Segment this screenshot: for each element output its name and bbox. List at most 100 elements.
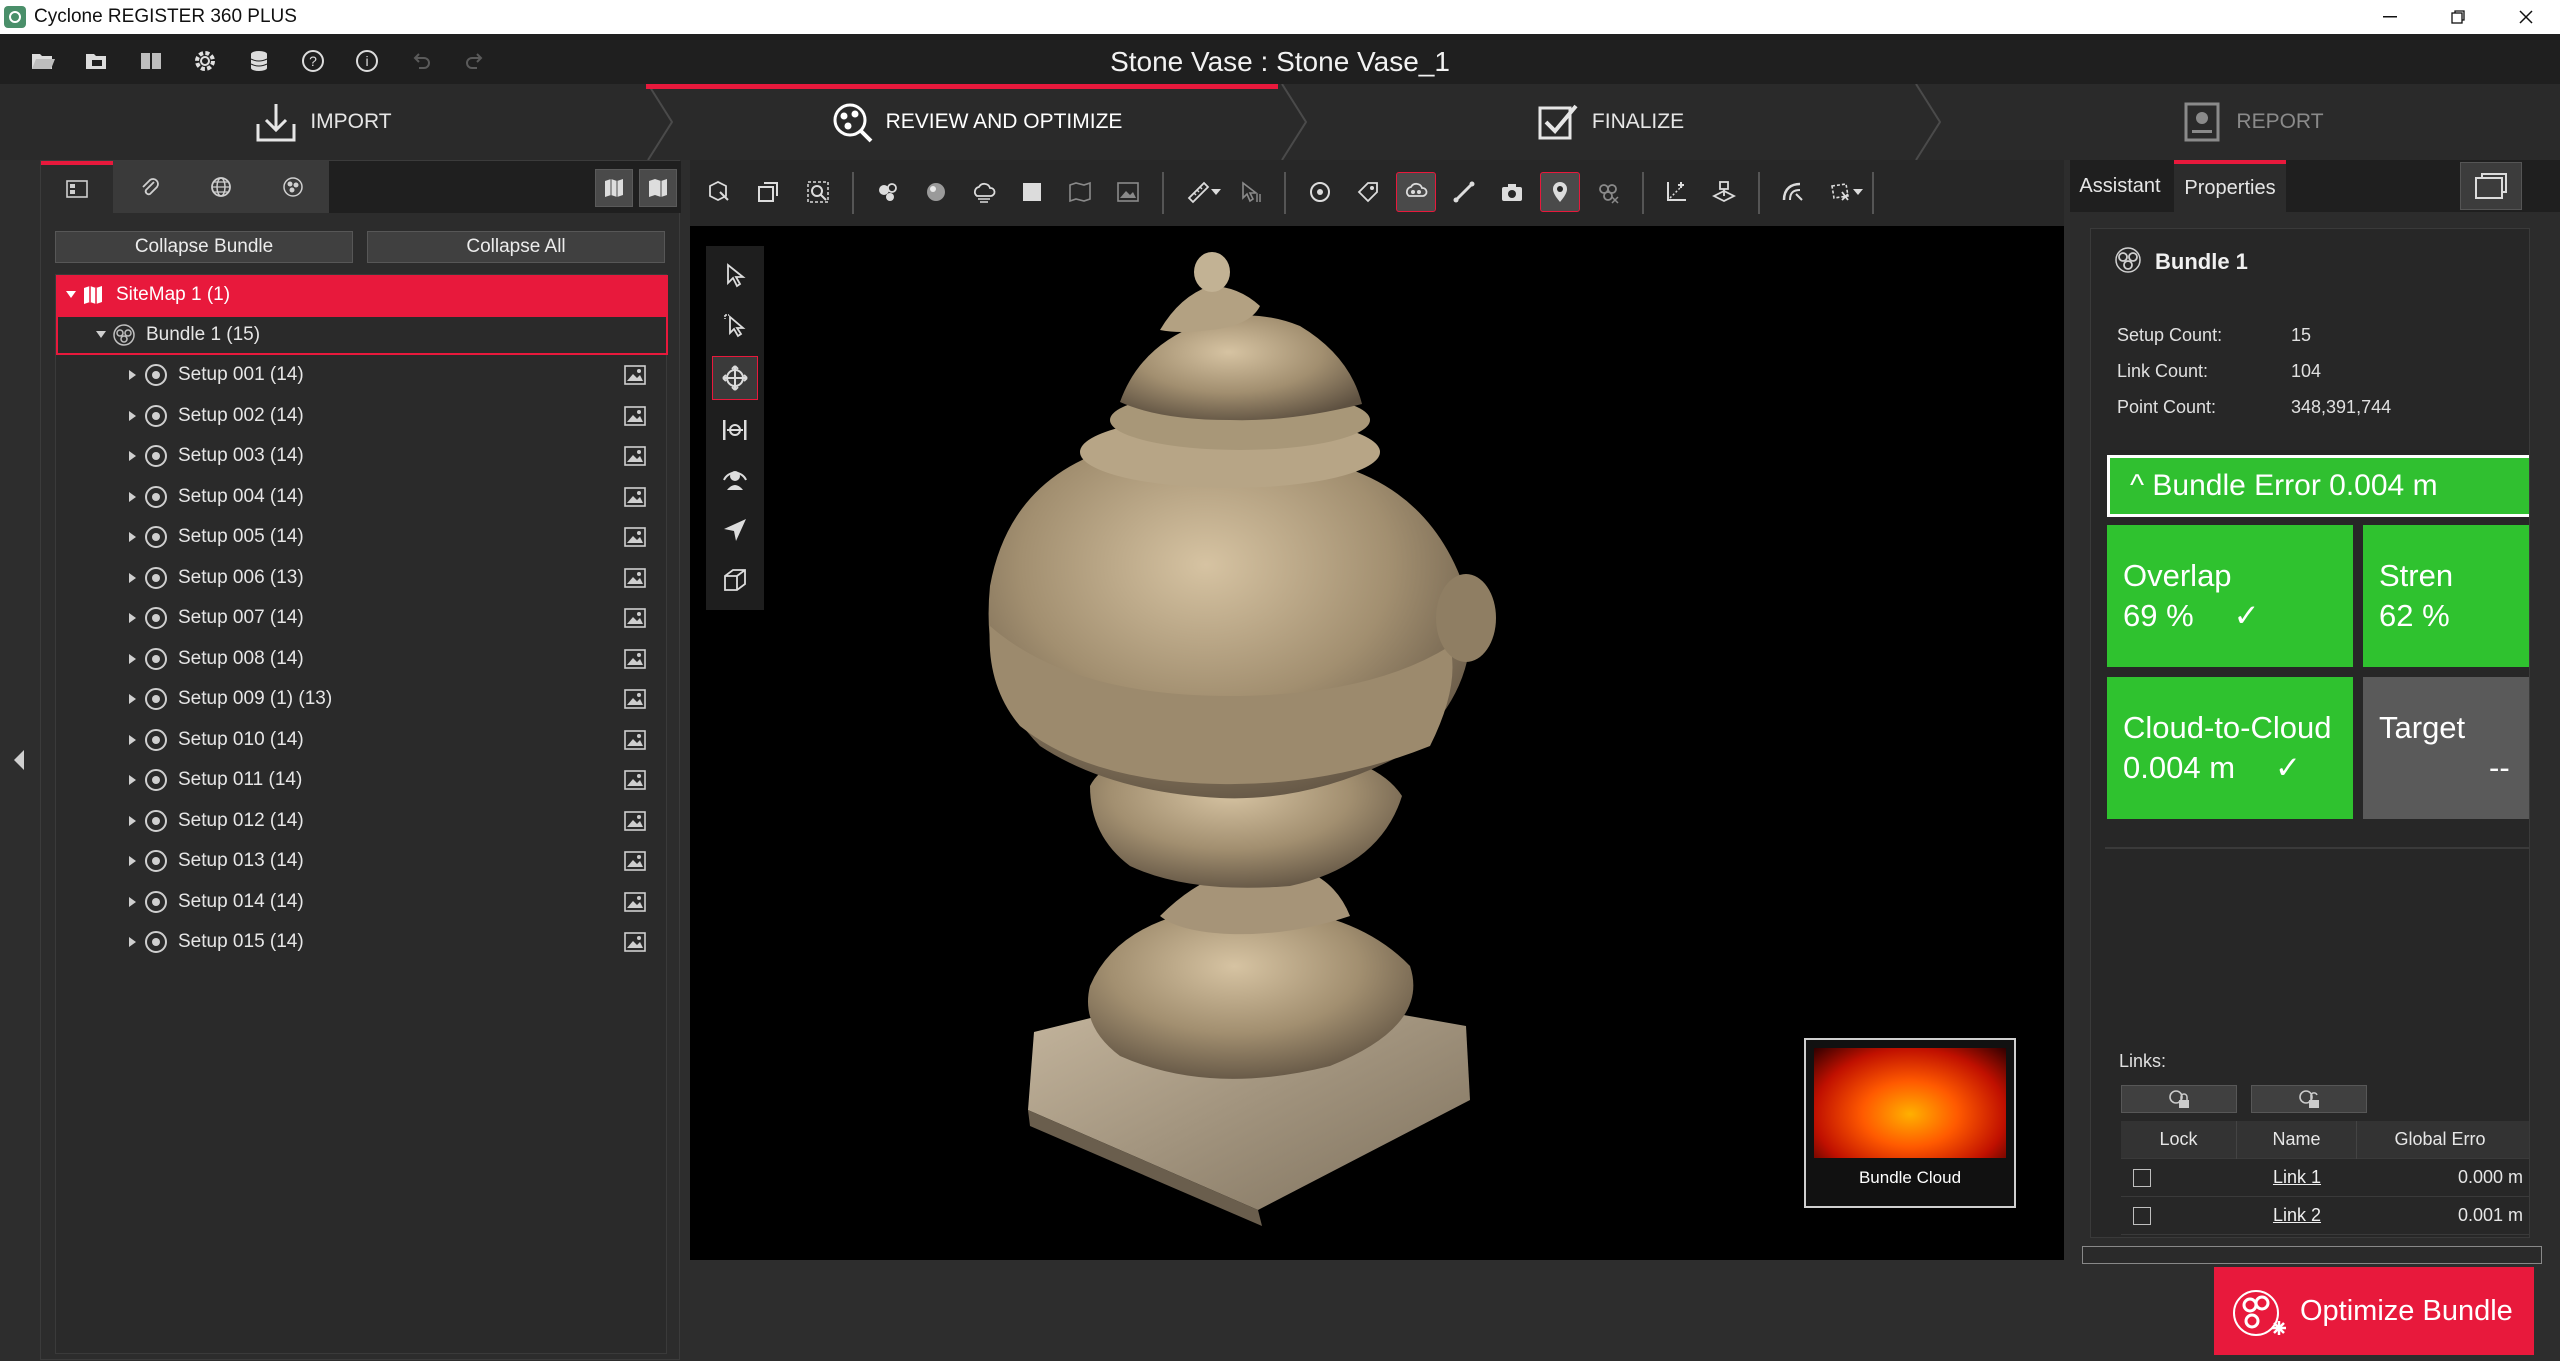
- tree-setup-row[interactable]: Setup 012 (14): [56, 801, 668, 841]
- image-icon[interactable]: [624, 729, 646, 750]
- tree-setup-row[interactable]: Setup 015 (14): [56, 922, 668, 962]
- tag-icon[interactable]: [1348, 172, 1388, 212]
- maximize-button[interactable]: [2424, 0, 2492, 34]
- image-icon[interactable]: [624, 608, 646, 628]
- col-lock[interactable]: Lock: [2121, 1120, 2237, 1159]
- chevron-down-icon[interactable]: [62, 275, 80, 315]
- panorama-icon[interactable]: [1060, 172, 1100, 212]
- database-icon[interactable]: [242, 46, 276, 76]
- tree-setup-row[interactable]: Setup 014 (14): [56, 882, 668, 922]
- scan-tool-icon[interactable]: [1772, 172, 1812, 212]
- tab-properties[interactable]: Properties: [2174, 160, 2286, 212]
- book-icon[interactable]: [134, 46, 168, 76]
- close-button[interactable]: [2492, 0, 2560, 34]
- lock-checkbox[interactable]: [2133, 1168, 2151, 1187]
- gear-icon[interactable]: [188, 46, 222, 76]
- help-icon[interactable]: ?: [296, 46, 330, 76]
- col-global-error[interactable]: Global Erro: [2357, 1129, 2529, 1150]
- tree-setup-row[interactable]: Setup 005 (14): [56, 517, 668, 557]
- tree-setup-row[interactable]: Setup 008 (14): [56, 639, 668, 679]
- links-table-row[interactable]: Link 30.000 m: [2121, 1235, 2529, 1237]
- tab-tree[interactable]: [41, 161, 113, 213]
- image-icon[interactable]: [624, 567, 646, 588]
- tree-setup-row[interactable]: Setup 006 (13): [56, 558, 668, 598]
- add-axis-icon[interactable]: [1656, 172, 1696, 212]
- panel-restore-button[interactable]: [2460, 162, 2522, 210]
- location-pin-icon[interactable]: [1540, 172, 1580, 212]
- chevron-right-icon[interactable]: [124, 882, 142, 922]
- walk-tool-icon[interactable]: [712, 458, 758, 502]
- tab-attachments[interactable]: [113, 161, 185, 213]
- chevron-right-icon[interactable]: [124, 558, 142, 598]
- step-finalize[interactable]: FINALIZE: [1310, 84, 1910, 160]
- tree-setup-row[interactable]: Setup 004 (14): [56, 477, 668, 517]
- undo-icon[interactable]: [404, 46, 438, 76]
- image-icon[interactable]: [1108, 172, 1148, 212]
- cloud-to-cloud-tile[interactable]: Cloud-to-Cloud 0.004 m ✓: [2107, 677, 2353, 819]
- zoom-extents-icon[interactable]: [798, 172, 838, 212]
- image-icon[interactable]: [624, 527, 646, 547]
- fit-view-icon[interactable]: [748, 172, 788, 212]
- col-name[interactable]: Name: [2237, 1120, 2357, 1159]
- properties-horizontal-scrollbar[interactable]: [2082, 1246, 2542, 1264]
- target-tile[interactable]: Target --: [2363, 677, 2529, 819]
- tree-setup-row[interactable]: Setup 002 (14): [56, 396, 668, 436]
- bundle-link-icon[interactable]: [1588, 172, 1628, 212]
- tree-setup-row[interactable]: Setup 013 (14): [56, 841, 668, 881]
- tree-bundle-row[interactable]: Bundle 1 (15): [56, 315, 668, 355]
- image-icon[interactable]: [624, 365, 646, 385]
- overlap-tile[interactable]: Overlap 69 % ✓: [2107, 525, 2353, 667]
- image-icon[interactable]: [624, 810, 646, 831]
- tree-setup-row[interactable]: Setup 001 (14): [56, 355, 668, 395]
- multi-select-icon[interactable]: [712, 304, 758, 348]
- bundle-error-banner[interactable]: ^ Bundle Error 0.004 m: [2107, 455, 2529, 517]
- links-table-row[interactable]: Link 2 0.001 m: [2121, 1197, 2529, 1235]
- image-icon[interactable]: [624, 689, 646, 709]
- step-review-optimize[interactable]: REVIEW AND OPTIMIZE: [676, 84, 1276, 160]
- step-import[interactable]: IMPORT: [0, 84, 646, 160]
- chevron-right-icon[interactable]: [124, 517, 142, 557]
- collapse-bundle-button[interactable]: Collapse Bundle: [55, 231, 353, 263]
- collapse-left-panel-arrow[interactable]: [10, 748, 28, 772]
- optimize-bundle-button[interactable]: Optimize Bundle: [2214, 1267, 2534, 1355]
- chevron-right-icon[interactable]: [124, 760, 142, 800]
- image-icon[interactable]: [624, 770, 646, 790]
- info-icon[interactable]: i: [350, 46, 384, 76]
- sitemap-tool-button-2[interactable]: [639, 169, 677, 207]
- minimize-button[interactable]: [2356, 0, 2424, 34]
- chevron-down-icon[interactable]: [92, 315, 110, 355]
- link-name[interactable]: Link 1: [2273, 1167, 2321, 1187]
- strength-tile[interactable]: Stren 62 %: [2363, 525, 2529, 667]
- redo-icon[interactable]: [458, 46, 492, 76]
- chevron-right-icon[interactable]: [124, 477, 142, 517]
- orbit-tool-icon[interactable]: [712, 356, 758, 400]
- tree-setup-row[interactable]: Setup 003 (14): [56, 436, 668, 476]
- open-folder-icon[interactable]: [26, 46, 60, 76]
- target-icon[interactable]: [1300, 172, 1340, 212]
- link-measure-icon[interactable]: [1444, 172, 1484, 212]
- dropdown-arrow-icon[interactable]: [1852, 172, 1864, 212]
- camera-icon[interactable]: [1492, 172, 1532, 212]
- link-name[interactable]: Link 2: [2273, 1205, 2321, 1225]
- box-view-icon[interactable]: [712, 558, 758, 602]
- tab-network[interactable]: [257, 161, 329, 213]
- plane-icon[interactable]: [1012, 172, 1052, 212]
- bundle-cloud-thumbnail[interactable]: Bundle Cloud: [1804, 1038, 2016, 1208]
- setups-visibility-icon[interactable]: [868, 172, 908, 212]
- lock-link-button[interactable]: [2121, 1085, 2237, 1113]
- fly-to-icon[interactable]: [712, 508, 758, 552]
- tree-setup-row[interactable]: Setup 010 (14): [56, 720, 668, 760]
- level-icon[interactable]: [1704, 172, 1744, 212]
- select-pointer-icon[interactable]: [712, 254, 758, 298]
- sitemap-tool-button[interactable]: [595, 169, 633, 207]
- chevron-right-icon[interactable]: [124, 679, 142, 719]
- tab-assistant[interactable]: Assistant: [2070, 160, 2170, 212]
- chevron-right-icon[interactable]: [124, 841, 142, 881]
- chevron-right-icon[interactable]: [124, 598, 142, 638]
- image-icon[interactable]: [624, 446, 646, 466]
- image-icon[interactable]: [624, 851, 646, 871]
- chevron-right-icon[interactable]: [124, 720, 142, 760]
- chevron-right-icon[interactable]: [124, 396, 142, 436]
- sphere-icon[interactable]: [916, 172, 956, 212]
- image-icon[interactable]: [624, 405, 646, 426]
